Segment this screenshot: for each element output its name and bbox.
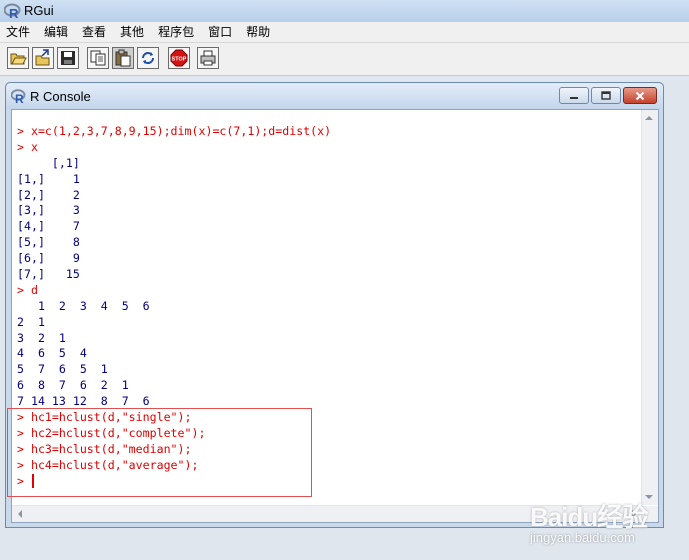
maximize-icon — [601, 91, 611, 100]
save-workspace-button[interactable] — [57, 47, 79, 69]
svg-text:R: R — [9, 6, 19, 20]
console-output-line: 3 2 1 — [17, 330, 66, 345]
console-output-line: [7,] 15 — [17, 267, 80, 282]
r-logo-icon: R — [4, 3, 21, 20]
console-output-line: [4,] 7 — [17, 219, 80, 234]
console-output-line: [3,] 3 — [17, 203, 80, 218]
menu-windows[interactable]: 窗口 — [201, 22, 239, 42]
watermark-url: jingyan.baidu.com — [530, 530, 635, 545]
paste-button[interactable] — [112, 47, 134, 69]
menu-packages[interactable]: 程序包 — [151, 22, 201, 42]
stop-icon: STOP — [170, 49, 188, 67]
scroll-right-icon[interactable] — [632, 510, 636, 518]
r-console-window: R R Console > x=c(1,2,3,7,8,9,15);dim(x)… — [5, 82, 664, 528]
vertical-scrollbar[interactable] — [641, 110, 658, 505]
console-output-line: 6 8 7 6 2 1 — [17, 378, 129, 393]
print-icon — [200, 50, 216, 66]
copy-paste-icon — [142, 52, 154, 64]
menu-view[interactable]: 查看 — [75, 22, 113, 42]
print-button[interactable] — [197, 47, 219, 69]
console-output-line: 7 14 13 12 8 7 6 — [17, 394, 150, 409]
console-output-line: [6,] 9 — [17, 251, 80, 266]
copy-paste-button[interactable] — [137, 47, 159, 69]
console-output-line: 1 2 3 4 5 6 — [17, 298, 150, 313]
console-output-line: 5 7 6 5 1 — [17, 362, 108, 377]
minimize-icon — [570, 96, 578, 99]
console-output-line: 2 1 — [17, 314, 45, 329]
r-logo-icon: R — [11, 89, 26, 104]
stop-button[interactable]: STOP — [168, 47, 190, 69]
stop-label: STOP — [172, 57, 187, 63]
menu-bar: 文件 编辑 查看 其他 程序包 窗口 帮助 — [0, 22, 689, 43]
toolbar: STOP — [0, 43, 689, 76]
console-text[interactable]: > x=c(1,2,3,7,8,9,15);dim(x)=c(7,1);d=di… — [17, 124, 642, 489]
console-title: R Console — [30, 89, 91, 104]
console-titlebar[interactable]: R R Console — [6, 83, 663, 109]
menu-edit[interactable]: 编辑 — [37, 22, 75, 42]
svg-text:R: R — [15, 92, 24, 104]
menu-help[interactable]: 帮助 — [239, 22, 277, 42]
console-command-line: > x — [17, 139, 38, 154]
scroll-down-icon[interactable] — [645, 495, 653, 499]
menu-misc[interactable]: 其他 — [113, 22, 151, 42]
open-script-button[interactable] — [7, 47, 29, 69]
copy-icon — [90, 50, 106, 66]
console-prompt-line[interactable]: > — [17, 473, 642, 490]
load-workspace-button[interactable] — [32, 47, 54, 69]
console-output-area[interactable]: > x=c(1,2,3,7,8,9,15);dim(x)=c(7,1);d=di… — [11, 109, 659, 523]
console-command-line: > hc1=hclust(d,"single"); — [17, 410, 192, 425]
console-output-line: [1,] 1 — [17, 171, 80, 186]
console-output-line: [5,] 8 — [17, 235, 80, 250]
app-title: RGui — [24, 3, 54, 18]
console-output-line: 4 6 5 4 — [17, 346, 87, 361]
console-command-line: > d — [17, 282, 38, 297]
text-cursor — [31, 473, 34, 488]
minimize-button[interactable] — [559, 87, 589, 104]
console-command-line: > hc2=hclust(d,"complete"); — [17, 425, 206, 440]
maximize-button[interactable] — [591, 87, 621, 104]
save-workspace-icon — [61, 51, 75, 65]
menu-file[interactable]: 文件 — [0, 22, 37, 42]
copy-button[interactable] — [87, 47, 109, 69]
close-button[interactable] — [623, 87, 657, 104]
app-titlebar: R RGui — [0, 0, 689, 23]
console-output-line: [,1] — [17, 155, 80, 170]
console-output-line: [2,] 2 — [17, 187, 80, 202]
horizontal-scrollbar[interactable] — [12, 505, 642, 522]
scroll-left-icon[interactable] — [18, 510, 22, 518]
open-script-icon — [10, 53, 27, 65]
console-command-line: > hc3=hclust(d,"median"); — [17, 441, 192, 456]
console-command-line: > x=c(1,2,3,7,8,9,15);dim(x)=c(7,1);d=di… — [17, 124, 332, 138]
scroll-corner — [642, 506, 658, 522]
paste-icon — [115, 49, 131, 67]
close-icon — [635, 91, 645, 100]
console-command-line: > hc4=hclust(d,"average"); — [17, 457, 199, 472]
scroll-up-icon[interactable] — [645, 116, 653, 120]
load-workspace-icon — [35, 49, 50, 66]
